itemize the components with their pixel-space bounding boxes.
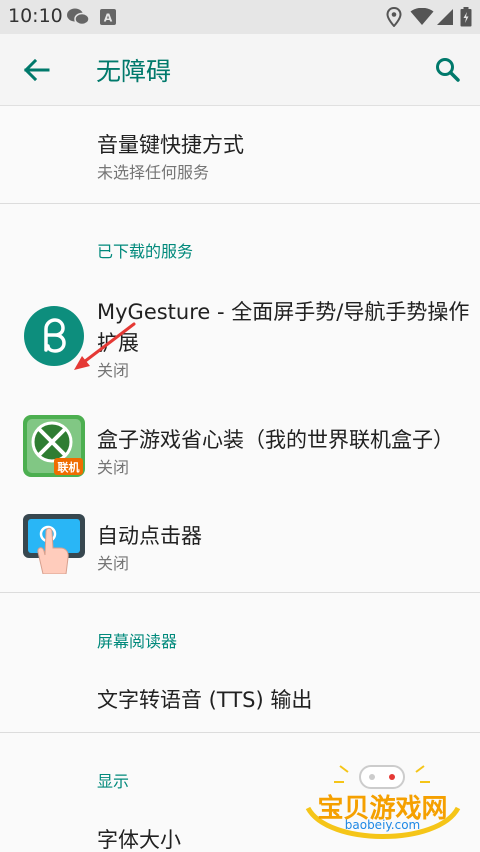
signal-icon xyxy=(437,9,453,25)
auto-clicker-app-icon xyxy=(22,510,86,575)
font-size-title: 字体大小 xyxy=(97,828,181,852)
back-button[interactable] xyxy=(16,52,56,88)
wechat-icon xyxy=(67,8,90,26)
toolbar: 无障碍 xyxy=(0,34,480,106)
tts-output-item[interactable]: 文字转语音 (TTS) 输出 xyxy=(0,660,480,732)
divider xyxy=(0,592,480,593)
wifi-icon xyxy=(410,8,434,25)
box-game-badge: 联机 xyxy=(57,461,80,474)
box-game-app-icon: 联机 xyxy=(22,414,86,478)
auto-clicker-status: 关闭 xyxy=(97,554,130,573)
red-arrow-annotation xyxy=(74,322,136,370)
page-title: 无障碍 xyxy=(96,57,172,86)
auto-clicker-title: 自动点击器 xyxy=(97,524,202,548)
section-header-screen-reader: 屏幕阅读器 xyxy=(97,632,178,651)
svg-text:A: A xyxy=(104,12,113,25)
arrow-back-icon xyxy=(23,58,50,82)
section-header-downloaded: 已下载的服务 xyxy=(97,242,194,261)
box-game-status: 关闭 xyxy=(97,458,130,477)
volume-shortcut-item[interactable]: 音量键快捷方式 未选择任何服务 xyxy=(0,107,480,203)
mygesture-title-line1: MyGesture - 全面屏手势/导航手势操作 xyxy=(97,300,470,324)
service-item-mygesture[interactable]: MyGesture - 全面屏手势/导航手势操作 扩展 关闭 xyxy=(0,280,480,390)
box-game-title: 盒子游戏省心装（我的世界联机盒子） xyxy=(97,428,454,452)
watermark-url: baobeiy.com xyxy=(344,818,421,832)
volume-shortcut-subtitle: 未选择任何服务 xyxy=(97,163,210,182)
tts-output-title: 文字转语音 (TTS) 输出 xyxy=(97,688,313,712)
a-app-icon: A xyxy=(100,9,116,25)
divider xyxy=(0,203,480,204)
section-header-display: 显示 xyxy=(97,772,130,791)
service-item-auto-clicker[interactable]: 自动点击器 关闭 xyxy=(0,490,480,592)
search-icon xyxy=(436,58,460,82)
service-item-box-game[interactable]: 联机 盒子游戏省心装（我的世界联机盒子） 关闭 xyxy=(0,390,480,490)
watermark-logo: 宝贝游戏网 baobeiy.com xyxy=(300,760,465,850)
location-icon xyxy=(386,7,402,27)
status-time: 10:10 xyxy=(8,5,63,27)
battery-icon xyxy=(460,7,472,27)
status-bar: 10:10 A xyxy=(0,0,480,34)
search-button[interactable] xyxy=(428,52,468,88)
volume-shortcut-title: 音量键快捷方式 xyxy=(97,133,244,157)
divider xyxy=(0,732,480,733)
